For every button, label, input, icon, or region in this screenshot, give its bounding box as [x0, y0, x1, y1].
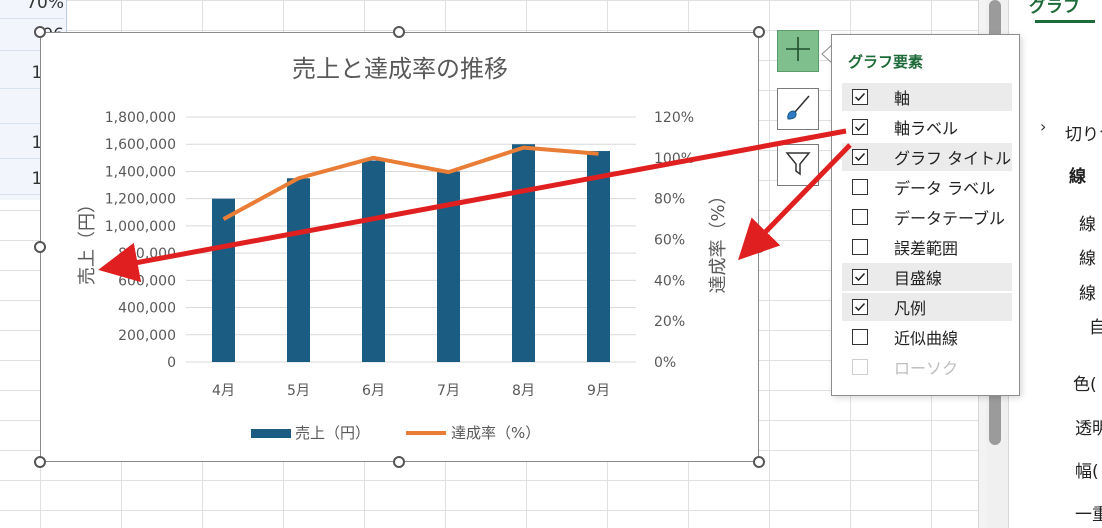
y-tick-label: 400,000	[118, 301, 176, 317]
checkbox-checked[interactable]	[852, 89, 868, 105]
chart-elements-button[interactable]	[777, 30, 819, 72]
pane-label: 幅(	[1075, 462, 1099, 482]
chart-element-label: ローソク	[894, 359, 959, 378]
chart-element-item[interactable]: 誤差範囲	[842, 233, 1012, 261]
chart-element-label: 近似曲線	[894, 329, 959, 348]
resize-handle[interactable]	[34, 241, 46, 253]
x-tick-label: 7月	[437, 383, 460, 399]
pane-label: 色(	[1073, 375, 1097, 395]
bar	[587, 151, 610, 362]
y-tick-label: 1,400,000	[105, 164, 176, 180]
bar	[512, 144, 535, 362]
y2-tick-label: 60%	[654, 233, 685, 249]
checkbox-unchecked[interactable]	[852, 209, 868, 225]
resize-handle[interactable]	[34, 456, 46, 468]
resize-handle[interactable]	[393, 26, 405, 38]
chart-element-label: 軸	[894, 89, 911, 108]
chart-filters-button[interactable]	[777, 144, 819, 186]
chart-element-label: 軸ラベル	[894, 119, 959, 138]
checkbox-unchecked[interactable]	[852, 179, 868, 195]
y-tick-label: 0	[167, 355, 176, 371]
y-tick-label: 1,800,000	[105, 110, 176, 126]
bar	[362, 160, 385, 362]
y2-tick-label: 100%	[654, 151, 694, 167]
y-tick-label: 600,000	[118, 273, 176, 289]
resize-handle[interactable]	[753, 456, 765, 468]
x-tick-label: 9月	[587, 383, 610, 399]
chart-element-item[interactable]: グラフ タイトル	[842, 143, 1012, 171]
legend-swatch-bar	[251, 429, 291, 438]
submenu-arrow-icon[interactable]: ›	[1040, 117, 1046, 136]
chart-styles-button[interactable]	[777, 88, 819, 130]
plus-icon	[783, 34, 813, 68]
checkbox-checked[interactable]	[852, 269, 868, 285]
legend-label: 売上（円）	[295, 424, 370, 442]
pane-option[interactable]: 線	[1079, 244, 1096, 269]
legend-label: 達成率（%）	[451, 424, 540, 442]
checkbox-checked[interactable]	[852, 119, 868, 135]
pane-label: 線	[1069, 167, 1086, 187]
format-pane-tab[interactable]: グラフ	[1029, 0, 1080, 17]
chart-element-item[interactable]: データ ラベル	[842, 173, 1012, 201]
chart-element-item[interactable]: 軸	[842, 83, 1012, 111]
checkbox-unchecked	[852, 359, 868, 375]
pane-label: 切りつ	[1065, 125, 1102, 145]
chart-element-label: グラフ タイトル	[894, 149, 1012, 168]
bar	[212, 198, 235, 362]
pane-option[interactable]: 線	[1079, 210, 1096, 235]
chart-element-item[interactable]: 目盛線	[842, 263, 1012, 291]
y2-tick-label: 80%	[654, 192, 685, 208]
bar	[287, 178, 310, 362]
format-pane: グラフ 切りつ 線 線 線 線 自 色( 透明 幅( 一重	[1008, 0, 1102, 528]
chart-elements-flyout: グラフ要素 軸軸ラベル › グラフ タイトル データ ラベル データテーブル 誤差範囲目盛…	[831, 34, 1046, 396]
pane-option[interactable]: 線	[1079, 279, 1096, 304]
chart-element-label: 凡例	[894, 299, 927, 318]
x-tick-label: 5月	[287, 383, 310, 399]
chart-element-item[interactable]: データテーブル	[842, 203, 1012, 231]
chart-element-item[interactable]: 軸ラベル	[842, 113, 1012, 141]
x-tick-label: 8月	[512, 383, 535, 399]
checkbox-unchecked[interactable]	[852, 239, 868, 255]
y-tick-label: 1,600,000	[105, 137, 176, 153]
pane-option[interactable]: 自	[1089, 313, 1102, 338]
combo-chart[interactable]: 売上と達成率の推移 0 200,000 400,000 600,000 800,000 1,…	[41, 33, 760, 463]
pane-label: 透明	[1075, 419, 1102, 439]
line-series	[222, 145, 599, 221]
filter-icon	[783, 148, 813, 182]
resize-handle[interactable]	[753, 241, 765, 253]
y-tick-label: 800,000	[118, 246, 176, 262]
checkbox-checked[interactable]	[852, 299, 868, 315]
flyout-title: グラフ要素	[848, 53, 924, 71]
chart-element-item[interactable]: 凡例	[842, 293, 1012, 321]
resize-handle[interactable]	[753, 26, 765, 38]
checkbox-checked[interactable]	[852, 149, 868, 165]
pane-label: 一重	[1075, 505, 1102, 525]
resize-handle[interactable]	[34, 26, 46, 38]
tab-underline	[1035, 20, 1095, 23]
brush-icon	[783, 92, 813, 126]
y2-tick-label: 120%	[654, 110, 694, 126]
cell[interactable]: 70%	[0, 0, 64, 19]
y-tick-label: 200,000	[118, 328, 176, 344]
y-axis-title: 売上（円）	[77, 195, 98, 285]
y2-axis-title: 達成率（%）	[708, 186, 729, 293]
chart-area[interactable]: 売上と達成率の推移 0 200,000 400,000 600,000 800,000 1,…	[40, 32, 759, 462]
y-tick-label: 1,200,000	[105, 192, 176, 208]
checkbox-unchecked[interactable]	[852, 329, 868, 345]
chart-element-label: 目盛線	[894, 269, 943, 288]
chart-element-item[interactable]: 近似曲線	[842, 323, 1012, 351]
chart-element-label: データ ラベル	[894, 179, 996, 198]
x-tick-label: 6月	[362, 383, 385, 399]
y2-tick-label: 40%	[654, 273, 685, 289]
chart-element-label: 誤差範囲	[894, 239, 959, 258]
resize-handle[interactable]	[393, 456, 405, 468]
x-tick-label: 4月	[212, 383, 235, 399]
chart-element-item: ローソク	[842, 353, 1012, 381]
y-tick-label: 1,000,000	[105, 219, 176, 235]
chart-element-label: データテーブル	[894, 209, 1006, 228]
bar	[437, 171, 460, 362]
y2-tick-label: 20%	[654, 314, 685, 330]
chart-title: 売上と達成率の推移	[292, 55, 508, 83]
y2-tick-label: 0%	[654, 355, 676, 371]
